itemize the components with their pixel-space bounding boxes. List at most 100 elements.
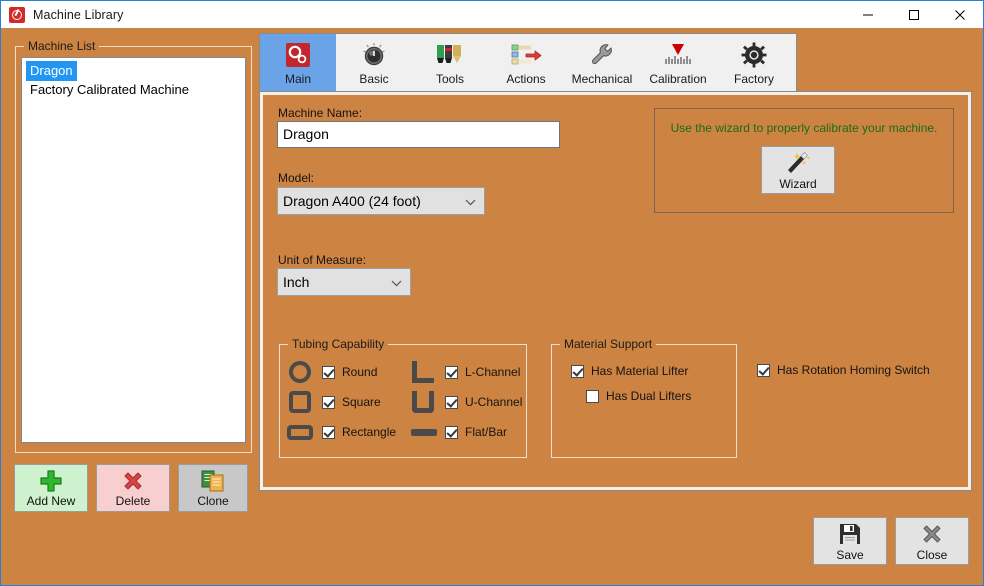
gear-dark-icon: [737, 39, 771, 71]
minimize-button[interactable]: [845, 1, 891, 28]
tubing-flat-bar-checkbox[interactable]: [445, 425, 458, 439]
tubing-rectangle-label: Rectangle: [342, 425, 397, 439]
clone-button[interactable]: Clone: [178, 464, 248, 512]
clone-label: Clone: [197, 494, 229, 508]
tubing-l-channel-row[interactable]: L-Channel: [445, 365, 520, 379]
window-controls: [845, 1, 983, 28]
unit-of-measure-label: Unit of Measure:: [278, 253, 367, 267]
close-dialog-button[interactable]: Close: [895, 517, 969, 565]
add-new-label: Add New: [26, 494, 76, 508]
list-item-label: Factory Calibrated Machine: [30, 82, 189, 97]
tubing-round-checkbox[interactable]: [322, 365, 335, 379]
knob-dial-icon: [357, 39, 391, 71]
tab-factory-label: Factory: [733, 72, 774, 86]
model-label: Model:: [278, 171, 315, 185]
list-item[interactable]: Factory Calibrated Machine: [22, 81, 245, 99]
machine-list-group: Machine List Dragon Factory Calibrated M…: [15, 39, 252, 453]
unit-of-measure-select[interactable]: Inch: [277, 268, 411, 296]
save-button[interactable]: Save: [813, 517, 887, 565]
tubing-rectangle-checkbox[interactable]: [322, 425, 335, 439]
add-new-button[interactable]: Add New: [14, 464, 88, 512]
chevron-down-icon: [391, 274, 402, 290]
has-rotation-homing-switch-checkbox[interactable]: [757, 363, 770, 377]
x-cross-gray-icon: [920, 521, 944, 547]
tubing-u-channel-checkbox[interactable]: [445, 395, 458, 409]
magic-wand-icon: [784, 150, 812, 176]
floppy-disk-icon: [838, 521, 862, 547]
wizard-button-label: Wizard: [779, 176, 817, 191]
tab-strip: Main Basic Tools Actions Mechanical Cali…: [259, 33, 797, 93]
has-material-lifter-checkbox[interactable]: [571, 364, 584, 378]
machine-list-group-title: Machine List: [24, 39, 100, 53]
tubing-square-label: Square: [342, 395, 381, 409]
model-select-value: Dragon A400 (24 foot): [283, 193, 421, 209]
tab-calibration-label: Calibration: [649, 72, 707, 86]
list-item[interactable]: Dragon: [22, 58, 245, 81]
actions-arrow-icon: [509, 39, 543, 71]
delete-label: Delete: [115, 494, 151, 508]
tab-tools[interactable]: Tools: [412, 34, 488, 92]
material-support-group: Material Support Has Material Lifter Has…: [551, 337, 737, 458]
material-support-title: Material Support: [560, 337, 657, 351]
tubing-flat-bar-label: Flat/Bar: [465, 425, 508, 439]
tubing-round-row[interactable]: Round: [322, 365, 377, 379]
wizard-button[interactable]: Wizard: [761, 146, 835, 194]
tubing-l-channel-label: L-Channel: [465, 365, 521, 379]
machine-library-window: Machine Library Machine List Dragon Fact…: [0, 0, 984, 586]
machine-name-input[interactable]: Dragon: [277, 121, 560, 148]
rectangle-shape-icon: [287, 425, 313, 440]
tab-actions-label: Actions: [506, 72, 546, 86]
close-button[interactable]: [937, 1, 983, 28]
caliper-gauge-icon: [661, 39, 695, 71]
plus-icon: [39, 468, 63, 494]
tab-tools-label: Tools: [435, 72, 464, 86]
machine-name-label: Machine Name:: [278, 106, 363, 120]
close-label: Close: [916, 547, 948, 562]
tab-main[interactable]: Main: [260, 34, 336, 92]
tab-basic-label: Basic: [359, 72, 389, 86]
tab-mechanical-label: Mechanical: [571, 72, 633, 86]
window-title: Machine Library: [33, 7, 124, 22]
chevron-down-icon: [465, 193, 476, 209]
tubing-u-channel-label: U-Channel: [465, 395, 523, 409]
has-material-lifter-label: Has Material Lifter: [591, 364, 689, 378]
tubing-flat-bar-row[interactable]: Flat/Bar: [445, 425, 507, 439]
wrench-icon: [585, 39, 619, 71]
wizard-message: Use the wizard to properly calibrate you…: [670, 121, 938, 135]
machine-listbox[interactable]: Dragon Factory Calibrated Machine: [21, 57, 246, 443]
app-gauge-icon: [9, 6, 25, 23]
tubing-u-channel-row[interactable]: U-Channel: [445, 395, 522, 409]
tubing-square-checkbox[interactable]: [322, 395, 335, 409]
list-item-label: Dragon: [26, 61, 77, 81]
l-channel-shape-icon: [412, 361, 434, 383]
has-rotation-homing-switch-row[interactable]: Has Rotation Homing Switch: [757, 363, 930, 377]
save-label: Save: [836, 547, 864, 562]
tubing-rectangle-row[interactable]: Rectangle: [322, 425, 396, 439]
gears-red-icon: [281, 39, 315, 71]
tubing-capability-group: Tubing Capability Round Square Rectangle…: [279, 337, 527, 458]
delete-button[interactable]: Delete: [96, 464, 170, 512]
markers-pens-icon: [433, 39, 467, 71]
copy-documents-icon: [201, 468, 225, 494]
has-material-lifter-row[interactable]: Has Material Lifter: [571, 364, 688, 378]
tubing-square-row[interactable]: Square: [322, 395, 381, 409]
tubing-l-channel-checkbox[interactable]: [445, 365, 458, 379]
x-cross-icon: [121, 468, 145, 494]
flat-bar-shape-icon: [411, 429, 437, 436]
tab-factory[interactable]: Factory: [716, 34, 792, 92]
tubing-capability-title: Tubing Capability: [288, 337, 389, 351]
has-dual-lifters-checkbox[interactable]: [586, 389, 599, 403]
tab-mechanical[interactable]: Mechanical: [564, 34, 640, 92]
wizard-panel: Use the wizard to properly calibrate you…: [654, 108, 954, 213]
has-rotation-homing-switch-label: Has Rotation Homing Switch: [777, 363, 930, 377]
tab-calibration[interactable]: Calibration: [640, 34, 716, 92]
tab-basic[interactable]: Basic: [336, 34, 412, 92]
tab-main-label: Main: [284, 72, 311, 86]
tubing-round-label: Round: [342, 365, 378, 379]
maximize-button[interactable]: [891, 1, 937, 28]
has-dual-lifters-row[interactable]: Has Dual Lifters: [586, 389, 691, 403]
model-select[interactable]: Dragon A400 (24 foot): [277, 187, 485, 215]
title-bar: Machine Library: [1, 1, 983, 28]
tab-actions[interactable]: Actions: [488, 34, 564, 92]
u-channel-shape-icon: [412, 391, 434, 413]
